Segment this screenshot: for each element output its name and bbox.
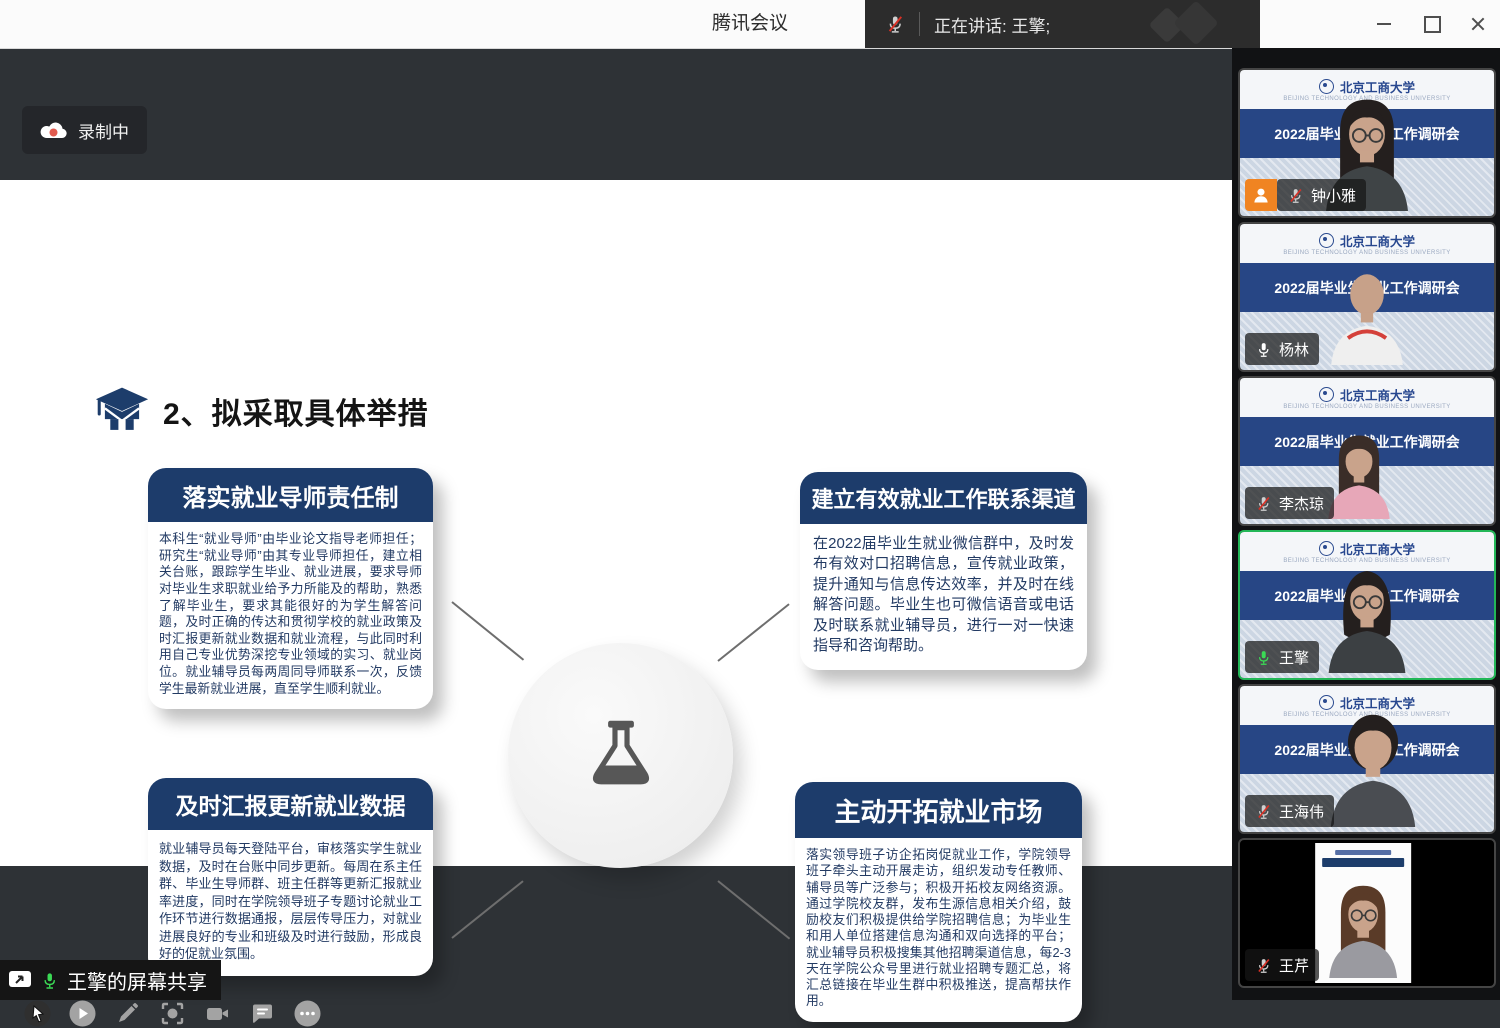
participant-label-row: 李杰琼 <box>1245 487 1334 519</box>
minimize-button[interactable] <box>1362 0 1406 48</box>
share-mic-icon <box>40 971 59 990</box>
box-body: 本科生“就业导师”由毕业论文指导老师担任；研究生“就业导师”由其专业导师担任，建… <box>148 522 433 709</box>
university-emblem-icon <box>1319 387 1334 402</box>
university-caption: BEIJING TECHNOLOGY AND BUSINESS UNIVERSI… <box>1283 404 1450 410</box>
participant-mic-icon <box>1255 803 1272 820</box>
screen-share-view[interactable]: 2、拟采取具体举措 落实就业导师责任制 本科生“就业导师”由毕业论文指导老师担任… <box>0 180 1232 866</box>
mini-banner-line <box>1335 850 1391 855</box>
meeting-logo-watermark-icon <box>1146 6 1226 42</box>
cloud-recording-icon <box>40 121 67 140</box>
center-hub-circle <box>508 643 733 868</box>
box-header: 建立有效就业工作联系渠道 <box>800 472 1087 524</box>
mini-banner-line <box>1322 858 1405 867</box>
participant-name: 王擎 <box>1279 647 1309 668</box>
connector-line <box>717 880 790 939</box>
pen-icon[interactable] <box>114 1000 141 1027</box>
box-header: 主动开拓就业市场 <box>795 782 1082 838</box>
box-header: 落实就业导师责任制 <box>148 468 433 522</box>
participant-name: 杨林 <box>1279 339 1309 360</box>
maximize-button[interactable] <box>1410 0 1454 48</box>
participant-name: 钟小雅 <box>1311 185 1356 206</box>
divider <box>919 12 920 36</box>
slide-title-row: 2、拟采取具体举措 <box>95 384 429 438</box>
participant-label-row: 王擎 <box>1245 641 1319 673</box>
participant-tile-杨林[interactable]: 北京工商大学BEIJING TECHNOLOGY AND BUSINESS UN… <box>1238 222 1496 372</box>
slide-box-job-market: 主动开拓就业市场 落实领导班子访企拓岗促就业工作，学院领导班子牵头主动开展走访，… <box>795 782 1082 1022</box>
window-titlebar: 腾讯会议 正在讲话: 王擎; <box>0 0 1500 49</box>
participant-tile-李杰琼[interactable]: 北京工商大学BEIJING TECHNOLOGY AND BUSINESS UN… <box>1238 376 1496 526</box>
university-name: 北京工商大学 <box>1340 231 1415 250</box>
participant-video-avatar <box>1307 553 1427 678</box>
participant-label-row: 杨林 <box>1245 333 1319 365</box>
slide-title: 2、拟采取具体举措 <box>163 389 429 433</box>
recording-badge[interactable]: 录制中 <box>22 106 147 154</box>
participants-sidebar: 北京工商大学BEIJING TECHNOLOGY AND BUSINESS UN… <box>1232 48 1500 1000</box>
laser-pointer-icon[interactable] <box>24 1000 51 1027</box>
participant-label-row: 王海伟 <box>1245 795 1334 827</box>
screen-share-icon <box>8 970 32 990</box>
graduation-cap-icon <box>95 386 149 436</box>
university-emblem-icon <box>1319 233 1334 248</box>
participant-mic-icon <box>1255 341 1272 358</box>
participant-name: 王芹 <box>1279 955 1309 976</box>
more-icon[interactable] <box>294 1000 321 1027</box>
close-button[interactable] <box>1456 0 1500 48</box>
participant-label-row: 王芹 <box>1245 949 1319 981</box>
participant-label-row: 钟小雅 <box>1245 179 1366 211</box>
participant-mic-icon <box>1255 495 1272 512</box>
app-title: 腾讯会议 <box>660 0 840 48</box>
banner-university-band: 北京工商大学BEIJING TECHNOLOGY AND BUSINESS UN… <box>1240 378 1494 417</box>
participant-video-avatar <box>1311 253 1423 370</box>
play-icon[interactable] <box>69 1000 96 1027</box>
presentation-toolbar <box>24 998 321 1028</box>
connector-line <box>451 880 523 938</box>
box-body: 就业辅导员每天登陆平台，审核落实学生就业数据，及时在台账中同步更新。每周在系主任… <box>148 830 433 976</box>
participant-tile-钟小雅[interactable]: 北京工商大学BEIJING TECHNOLOGY AND BUSINESS UN… <box>1238 68 1496 218</box>
participant-mic-icon <box>1255 957 1272 974</box>
slide-box-contact-channels: 建立有效就业工作联系渠道 在2022届毕业生就业微信群中，及时发布有效对口招聘信… <box>800 472 1087 670</box>
box-header: 及时汇报更新就业数据 <box>148 778 433 830</box>
participant-tile-王擎[interactable]: 北京工商大学BEIJING TECHNOLOGY AND BUSINESS UN… <box>1238 530 1496 680</box>
speaking-status-text: 正在讲话: 王擎; <box>934 12 1050 37</box>
member-badge-icon <box>1245 179 1277 211</box>
slide-box-mentor-responsibility: 落实就业导师责任制 本科生“就业导师”由毕业论文指导老师担任；研究生“就业导师”… <box>148 468 433 709</box>
recording-label: 录制中 <box>78 118 129 143</box>
chat-icon[interactable] <box>249 1000 276 1027</box>
speaking-status-panel: 正在讲话: 王擎; <box>865 0 1260 48</box>
share-bar-label: 王擎的屏幕共享 <box>67 966 207 995</box>
focus-icon[interactable] <box>159 1000 186 1027</box>
camera-icon[interactable] <box>204 1000 231 1027</box>
participant-tile-王海伟[interactable]: 北京工商大学BEIJING TECHNOLOGY AND BUSINESS UN… <box>1238 684 1496 834</box>
participant-mic-icon <box>1255 649 1272 666</box>
university-name: 北京工商大学 <box>1340 385 1415 404</box>
portrait-video-strip <box>1315 843 1411 983</box>
connector-line <box>717 603 789 661</box>
participant-video-avatar <box>1315 872 1411 983</box>
box-body: 在2022届毕业生就业微信群中，及时发布有效对口招聘信息，宣传就业政策，提升通知… <box>800 524 1087 670</box>
participant-name: 王海伟 <box>1279 801 1324 822</box>
connector-line <box>451 601 524 660</box>
slide-box-data-reporting: 及时汇报更新就业数据 就业辅导员每天登陆平台，审核落实学生就业数据，及时在台账中… <box>148 778 433 976</box>
muted-mic-icon <box>885 14 905 34</box>
box-body: 落实领导班子访企拓岗促就业工作，学院领导班子牵头主动开展走访，组织发动专任教师、… <box>795 838 1082 1022</box>
participant-tile-王芹[interactable]: 王芹 <box>1238 838 1496 988</box>
screen-share-status-bar: 王擎的屏幕共享 <box>0 960 221 1000</box>
participant-name: 李杰琼 <box>1279 493 1324 514</box>
flask-icon <box>578 713 664 799</box>
participant-mic-icon <box>1287 187 1304 204</box>
